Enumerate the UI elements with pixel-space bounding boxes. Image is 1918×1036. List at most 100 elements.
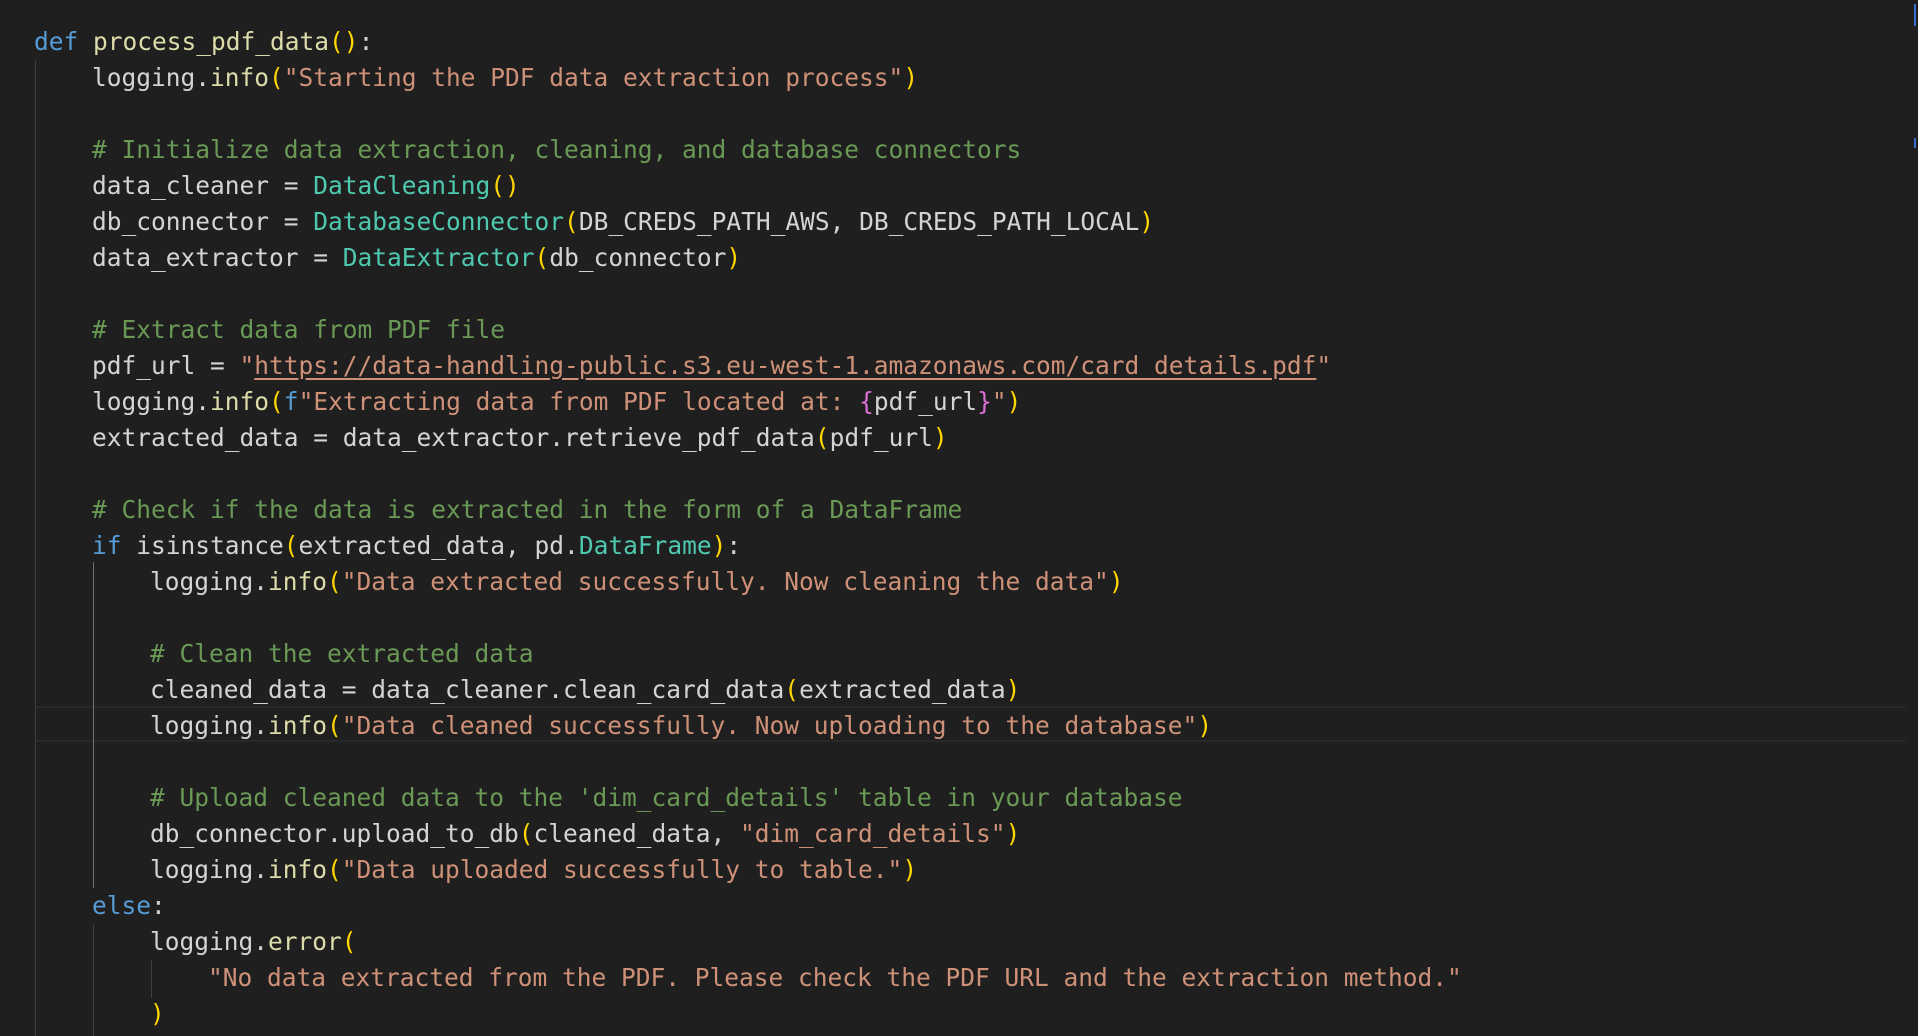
arguments: extracted_data, pd. bbox=[298, 531, 579, 560]
bracket: ) bbox=[726, 243, 742, 272]
class-name: DatabaseConnector bbox=[313, 207, 565, 236]
code-line-1[interactable]: def process_pdf_data(): bbox=[34, 24, 1894, 60]
code-line-5[interactable]: data_cleaner = DataCleaning() bbox=[34, 168, 1894, 204]
method-name: info bbox=[210, 63, 270, 92]
overview-ruler[interactable] bbox=[1912, 0, 1918, 160]
identifier: logging. bbox=[150, 711, 269, 740]
code-line-17[interactable] bbox=[34, 600, 1894, 636]
bracket: () bbox=[329, 27, 359, 56]
comment: # Initialize data extraction, cleaning, … bbox=[92, 135, 1022, 164]
bracket: ) bbox=[1139, 207, 1155, 236]
code-lines[interactable]: def process_pdf_data(): logging.info("St… bbox=[34, 24, 1894, 1032]
code-line-8[interactable] bbox=[34, 276, 1894, 312]
interpolation-brace: { bbox=[859, 387, 874, 416]
code-line-26[interactable]: logging.error( bbox=[34, 924, 1894, 960]
bracket: ( bbox=[269, 63, 284, 92]
bracket: () bbox=[490, 171, 520, 200]
code-line-22[interactable]: # Upload cleaned data to the 'dim_card_d… bbox=[34, 780, 1894, 816]
code-editor[interactable]: def process_pdf_data(): logging.info("St… bbox=[0, 0, 1918, 1036]
variable: data_extractor bbox=[92, 243, 299, 272]
code-line-20[interactable]: logging.info("Data cleaned successfully.… bbox=[34, 708, 1894, 744]
code-line-25[interactable]: else: bbox=[34, 888, 1894, 924]
bracket: ( bbox=[814, 423, 830, 452]
code-line-21[interactable] bbox=[34, 744, 1894, 780]
identifier: logging. bbox=[150, 567, 269, 596]
identifier: logging. bbox=[150, 927, 269, 956]
class-name: DataFrame bbox=[578, 531, 712, 560]
string-literal: "No data extracted from the PDF. Please … bbox=[208, 963, 1462, 992]
bracket: ) bbox=[1197, 711, 1213, 740]
variable: data_cleaner bbox=[92, 171, 270, 200]
comment: # Extract data from PDF file bbox=[92, 315, 506, 344]
bracket: ) bbox=[932, 423, 948, 452]
code-line-23[interactable]: db_connector.upload_to_db(cleaned_data, … bbox=[34, 816, 1894, 852]
bracket: ) bbox=[1005, 819, 1021, 848]
code-line-16[interactable]: logging.info("Data extracted successfull… bbox=[34, 564, 1894, 600]
code-line-19[interactable]: cleaned_data = data_cleaner.clean_card_d… bbox=[34, 672, 1894, 708]
code-line-9[interactable]: # Extract data from PDF file bbox=[34, 312, 1894, 348]
comment: # Upload cleaned data to the 'dim_card_d… bbox=[150, 783, 1183, 812]
class-name: DataExtractor bbox=[342, 243, 535, 272]
bracket: ( bbox=[327, 711, 342, 740]
code-line-2[interactable]: logging.info("Starting the PDF data extr… bbox=[34, 60, 1894, 96]
identifier: logging. bbox=[92, 63, 211, 92]
bracket: ) bbox=[1005, 675, 1021, 704]
if-keyword: if bbox=[92, 531, 122, 560]
code-line-28[interactable]: ) bbox=[34, 996, 1894, 1032]
builtin-function: isinstance bbox=[121, 531, 284, 560]
operator: = bbox=[298, 243, 343, 272]
arguments: extracted_data bbox=[799, 675, 1006, 704]
method-call: data_extractor.retrieve_pdf_data bbox=[342, 423, 815, 452]
method-name: info bbox=[268, 855, 328, 884]
operator: = bbox=[269, 171, 314, 200]
bracket: ( bbox=[327, 567, 342, 596]
bracket: ( bbox=[564, 207, 579, 236]
code-line-14[interactable]: # Check if the data is extracted in the … bbox=[34, 492, 1894, 528]
bracket: ) bbox=[903, 63, 919, 92]
ruler-mark bbox=[1914, 4, 1916, 26]
variable: extracted_data bbox=[92, 423, 299, 452]
bracket: ( bbox=[518, 819, 534, 848]
interpolation-brace: } bbox=[977, 387, 992, 416]
class-name: DataCleaning bbox=[313, 171, 491, 200]
code-line-18[interactable]: # Clean the extracted data bbox=[34, 636, 1894, 672]
arguments: DB_CREDS_PATH_AWS, DB_CREDS_PATH_LOCAL bbox=[578, 207, 1140, 236]
arguments: pdf_url bbox=[829, 423, 933, 452]
code-line-3[interactable] bbox=[34, 96, 1894, 132]
bracket: ) bbox=[902, 855, 918, 884]
comment: # Check if the data is extracted in the … bbox=[92, 495, 963, 524]
bracket: ) bbox=[1108, 567, 1124, 596]
method-name: error bbox=[268, 927, 342, 956]
bracket: ) bbox=[1006, 387, 1022, 416]
code-line-13[interactable] bbox=[34, 456, 1894, 492]
arguments: db_connector bbox=[549, 243, 727, 272]
bracket: ) bbox=[711, 531, 727, 560]
code-line-12[interactable]: extracted_data = data_extractor.retrieve… bbox=[34, 420, 1894, 456]
comment: # Clean the extracted data bbox=[150, 639, 534, 668]
code-line-7[interactable]: data_extractor = DataExtractor(db_connec… bbox=[34, 240, 1894, 276]
ruler-mark bbox=[1914, 138, 1916, 148]
code-line-24[interactable]: logging.info("Data uploaded successfully… bbox=[34, 852, 1894, 888]
operator: = bbox=[327, 675, 372, 704]
bracket: ( bbox=[283, 531, 299, 560]
code-line-11[interactable]: logging.info(f"Extracting data from PDF … bbox=[34, 384, 1894, 420]
string-quote: " bbox=[239, 351, 255, 380]
function-name: process_pdf_data bbox=[93, 27, 330, 56]
bracket: ( bbox=[341, 927, 357, 956]
operator: = bbox=[195, 351, 240, 380]
bracket: ( bbox=[269, 387, 284, 416]
url-link[interactable]: https://data-handling-public.s3.eu-west-… bbox=[254, 351, 1316, 380]
code-line-15[interactable]: if isinstance(extracted_data, pd.DataFra… bbox=[34, 528, 1894, 564]
code-line-10[interactable]: pdf_url = "https://data-handling-public.… bbox=[34, 348, 1894, 384]
punctuation: : bbox=[358, 27, 374, 56]
string-literal: "Data extracted successfully. Now cleani… bbox=[341, 567, 1109, 596]
operator: = bbox=[269, 207, 314, 236]
string-literal: "Starting the PDF data extraction proces… bbox=[283, 63, 904, 92]
code-line-6[interactable]: db_connector = DatabaseConnector(DB_CRED… bbox=[34, 204, 1894, 240]
string-literal: "Extracting data from PDF located at: bbox=[298, 387, 860, 416]
code-line-4[interactable]: # Initialize data extraction, cleaning, … bbox=[34, 132, 1894, 168]
code-line-27[interactable]: "No data extracted from the PDF. Please … bbox=[34, 960, 1894, 996]
string-quote: " bbox=[991, 387, 1007, 416]
method-name: info bbox=[268, 567, 328, 596]
punctuation: : bbox=[151, 891, 166, 920]
